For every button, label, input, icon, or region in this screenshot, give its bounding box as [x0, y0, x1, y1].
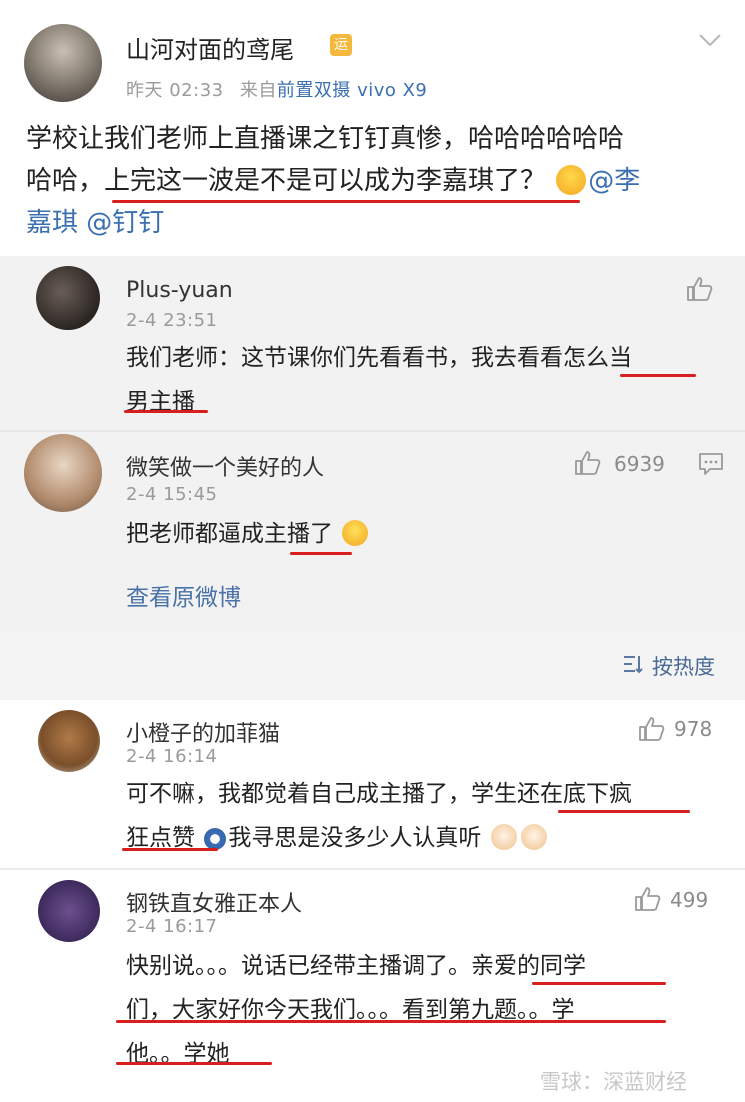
comment-text: 可不嘛，我都觉着自己成主播了，学生还在底下疯 狂点赞 我寻思是没多少人认真听	[126, 772, 726, 860]
underline-annotation	[620, 374, 696, 377]
post-text-2a: 哈哈，	[26, 166, 105, 196]
mention-link[interactable]: 嘉琪	[26, 208, 78, 238]
post-time: 昨天 02:33	[126, 80, 224, 101]
post-text-line3: 嘉琪 @钉钉	[26, 202, 726, 244]
comment-text-line2: 狂点赞 我寻思是没多少人认真听	[126, 816, 726, 860]
comment-time: 2-4 16:17	[126, 916, 218, 937]
laugh-cry-emoji-icon	[556, 165, 587, 195]
post-author-avatar[interactable]	[24, 24, 102, 102]
like-icon[interactable]	[574, 450, 602, 476]
comment-divider	[0, 868, 745, 870]
reply-time: 2-4 15:45	[126, 484, 218, 505]
comment-text: 快别说。。。说话已经带主播调了。亲爱的同学 们，大家好你今天我们。。。看到第九题…	[126, 944, 726, 1076]
like-count: 978	[674, 717, 713, 741]
view-original-link[interactable]: 查看原微博	[126, 578, 241, 612]
post-text: 学校让我们老师上直播课之钉钉真惨，哈哈哈哈哈哈 哈哈，上完这一波是不是可以成为李…	[26, 118, 726, 244]
reply-avatar[interactable]	[36, 266, 100, 330]
comment-time: 2-4 16:14	[126, 746, 218, 767]
reply-text-line2: 男主播	[126, 389, 195, 415]
post-author-name[interactable]: 山河对面的鸢尾	[126, 30, 294, 65]
comment-text-2b: 我寻思是没多少人认真听	[228, 825, 482, 851]
reply-text-c: 了	[310, 521, 333, 547]
retweet-box	[0, 256, 745, 632]
like-count: 6939	[614, 452, 665, 476]
reply-text: 把老师都逼成主播了	[126, 512, 370, 556]
reply-text-b: 主播	[264, 521, 310, 547]
post-text-line1: 学校让我们老师上直播课之钉钉真惨，哈哈哈哈哈哈	[26, 124, 625, 154]
reply-time: 2-4 23:51	[126, 310, 218, 331]
underline-annotation	[124, 410, 208, 413]
post-text-highlight: 上完这一波是不是可以成为李嘉琪了？	[104, 166, 547, 196]
sort-icon[interactable]	[622, 654, 644, 674]
underline-annotation	[122, 848, 218, 851]
reply-text-a: 把老师都逼成	[126, 521, 264, 547]
like-icon[interactable]	[686, 276, 714, 302]
comment-author-name[interactable]: 小橙子的加菲猫	[126, 716, 280, 748]
underline-annotation	[558, 810, 690, 813]
chevron-down-icon[interactable]	[698, 32, 722, 48]
underline-annotation	[116, 1020, 666, 1023]
like-icon[interactable]	[638, 716, 666, 742]
comment-icon[interactable]	[698, 452, 724, 476]
cat-emoji-icon	[490, 824, 517, 850]
reply-author-name[interactable]: 微笑做一个美好的人	[126, 450, 324, 482]
post-meta: 昨天 02:33 来自前置双摄 vivo X9	[126, 76, 427, 102]
watermark: 雪球：深蓝财经	[540, 1070, 687, 1094]
cat-emoji-icon	[520, 824, 547, 850]
retweet-divider	[0, 430, 745, 432]
post-source-prefix: 来自	[239, 80, 277, 101]
comment-author-name[interactable]: 钢铁直女雅正本人	[126, 886, 302, 918]
vip-badge-icon: 运	[330, 34, 352, 56]
comment-text-line2: 们，大家好你今天我们。。。看到第九题。。学	[126, 997, 575, 1023]
mention-link-dingtalk[interactable]: @钉钉	[86, 208, 164, 238]
dizzy-emoji-icon	[204, 828, 227, 850]
post-source-device[interactable]: 前置双摄 vivo X9	[277, 80, 428, 101]
mention-link[interactable]: @李	[588, 166, 640, 196]
underline-annotation	[532, 982, 666, 985]
underline-annotation	[290, 552, 352, 555]
comment-avatar[interactable]	[38, 880, 100, 942]
cry-laugh-emoji-icon	[342, 520, 369, 546]
reply-author-name[interactable]: Plus-yuan	[126, 278, 233, 303]
post-text-line2: 哈哈，上完这一波是不是可以成为李嘉琪了？ @李	[26, 160, 726, 202]
reply-text: 我们老师：这节课你们先看看书，我去看看怎么当 男主播	[126, 336, 716, 424]
like-icon[interactable]	[634, 886, 662, 912]
underline-annotation	[112, 200, 580, 203]
underline-annotation	[116, 1062, 272, 1065]
comment-avatar[interactable]	[38, 710, 100, 772]
like-count: 499	[670, 888, 709, 912]
sort-label[interactable]: 按热度	[652, 651, 715, 681]
reply-avatar[interactable]	[24, 434, 102, 512]
